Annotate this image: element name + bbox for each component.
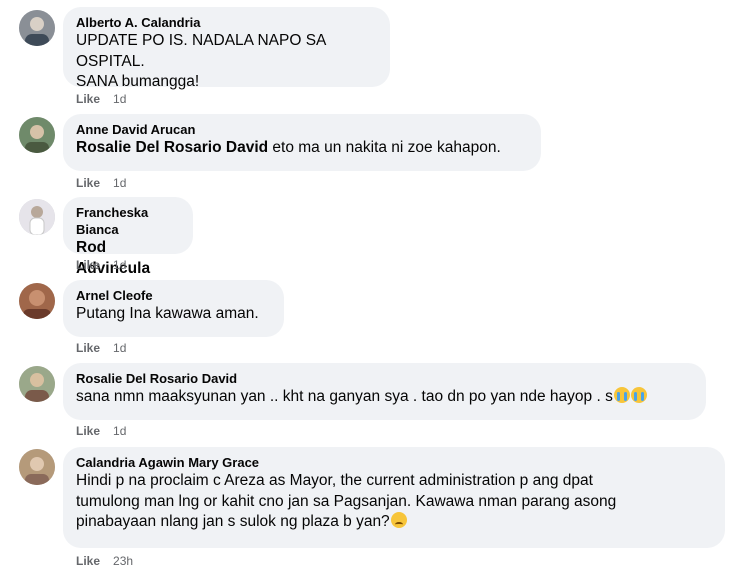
comment-text-body: sana nmn maaksyunan yan .. kht na ganyan… [76, 388, 613, 405]
comment-text-body: eto ma un nakita ni zoe kahapon. [268, 139, 501, 156]
profile-photo-icon [19, 10, 55, 46]
comment-author[interactable]: Rosalie Del Rosario David [76, 370, 693, 387]
avatar[interactable] [19, 449, 55, 485]
profile-photo-icon [19, 283, 55, 319]
comment-author[interactable]: Calandria Agawin Mary Grace [76, 454, 712, 471]
comment-timestamp[interactable]: 1d [113, 92, 126, 106]
crying-face-icon [613, 387, 630, 403]
comment-text: Hindi p na proclaim c Areza as Mayor, th… [76, 471, 712, 533]
comment-bubble: Calandria Agawin Mary Grace Hindi p na p… [63, 447, 725, 548]
comment-bubble: Francheska Bianca Rod Advincula [63, 197, 193, 277]
comment-text: Rosalie Del Rosario David eto ma un naki… [76, 138, 528, 159]
comment-timestamp[interactable]: 1d [113, 424, 126, 438]
comment-author[interactable]: Alberto A. Calandria [76, 14, 377, 31]
like-button[interactable]: Like [76, 258, 100, 272]
avatar[interactable] [19, 283, 55, 319]
profile-photo-icon [19, 199, 55, 235]
comment-author[interactable]: Francheska Bianca [76, 204, 180, 238]
avatar[interactable] [19, 10, 55, 46]
comment-bubble: Rosalie Del Rosario David sana nmn maaks… [63, 363, 706, 420]
profile-photo-icon [19, 449, 55, 485]
comment-text: sana nmn maaksyunan yan .. kht na ganyan… [76, 387, 693, 408]
crying-face-icon [630, 387, 647, 403]
comment-actions: Like 1d [76, 258, 126, 272]
comment-text: Putang Ina kawawa aman. [76, 305, 259, 322]
comment-timestamp[interactable]: 1d [113, 176, 126, 190]
comment-timestamp[interactable]: 23h [113, 554, 133, 568]
profile-photo-icon [19, 366, 55, 402]
comment-actions: Like 1d [76, 176, 126, 190]
avatar[interactable] [19, 117, 55, 153]
avatar[interactable] [19, 366, 55, 402]
comment-actions: Like 1d [76, 341, 126, 355]
comment-bubble: Anne David Arucan Rosalie Del Rosario Da… [63, 114, 541, 171]
comment-timestamp[interactable]: 1d [113, 341, 126, 355]
comment-text-body: Hindi p na proclaim c Areza as Mayor, th… [76, 472, 617, 530]
profile-photo-icon [19, 117, 55, 153]
like-button[interactable]: Like [76, 92, 100, 106]
comment-actions: Like 23h [76, 554, 133, 568]
comment-author[interactable]: Arnel Cleofe [76, 287, 271, 304]
like-button[interactable]: Like [76, 424, 100, 438]
comment-actions: Like 1d [76, 424, 126, 438]
comment-timestamp[interactable]: 1d [113, 258, 126, 272]
mention-link[interactable]: Rosalie Del Rosario David [76, 139, 268, 156]
comment-bubble: Alberto A. Calandria UPDATE PO IS. NADAL… [63, 7, 390, 90]
disappointed-face-icon [390, 512, 407, 528]
like-button[interactable]: Like [76, 341, 100, 355]
comment-text: UPDATE PO IS. NADALA NAPO SA OSPITAL. SA… [76, 32, 326, 90]
comment-actions: Like 1d [76, 92, 126, 106]
like-button[interactable]: Like [76, 176, 100, 190]
avatar[interactable] [19, 199, 55, 235]
comment-author[interactable]: Anne David Arucan [76, 121, 528, 138]
like-button[interactable]: Like [76, 554, 100, 568]
comment-bubble: Arnel Cleofe Putang Ina kawawa aman. [63, 280, 284, 337]
